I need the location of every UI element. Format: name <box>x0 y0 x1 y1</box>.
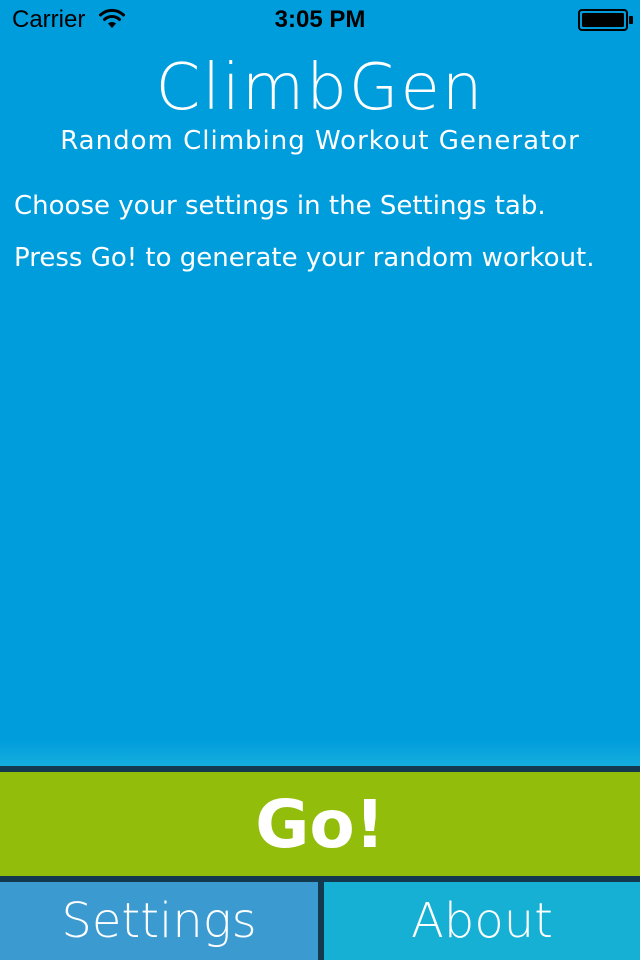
go-instruction: Press Go! to generate your random workou… <box>14 243 595 273</box>
tab-settings[interactable]: Settings <box>0 882 318 960</box>
app-title: ClimbGen <box>155 51 485 125</box>
tab-about[interactable]: About <box>324 882 640 960</box>
go-button[interactable]: Go! <box>0 772 640 876</box>
status-bar: Carrier 3:05 PM <box>0 0 640 40</box>
battery-icon <box>578 9 634 31</box>
settings-instruction: Choose your settings in the Settings tab… <box>14 191 546 221</box>
status-time: 3:05 PM <box>274 6 366 33</box>
tab-bar: Settings About <box>0 882 640 960</box>
go-button-shadow <box>0 740 640 768</box>
app-subtitle: Random Climbing Workout Generator <box>60 126 580 156</box>
